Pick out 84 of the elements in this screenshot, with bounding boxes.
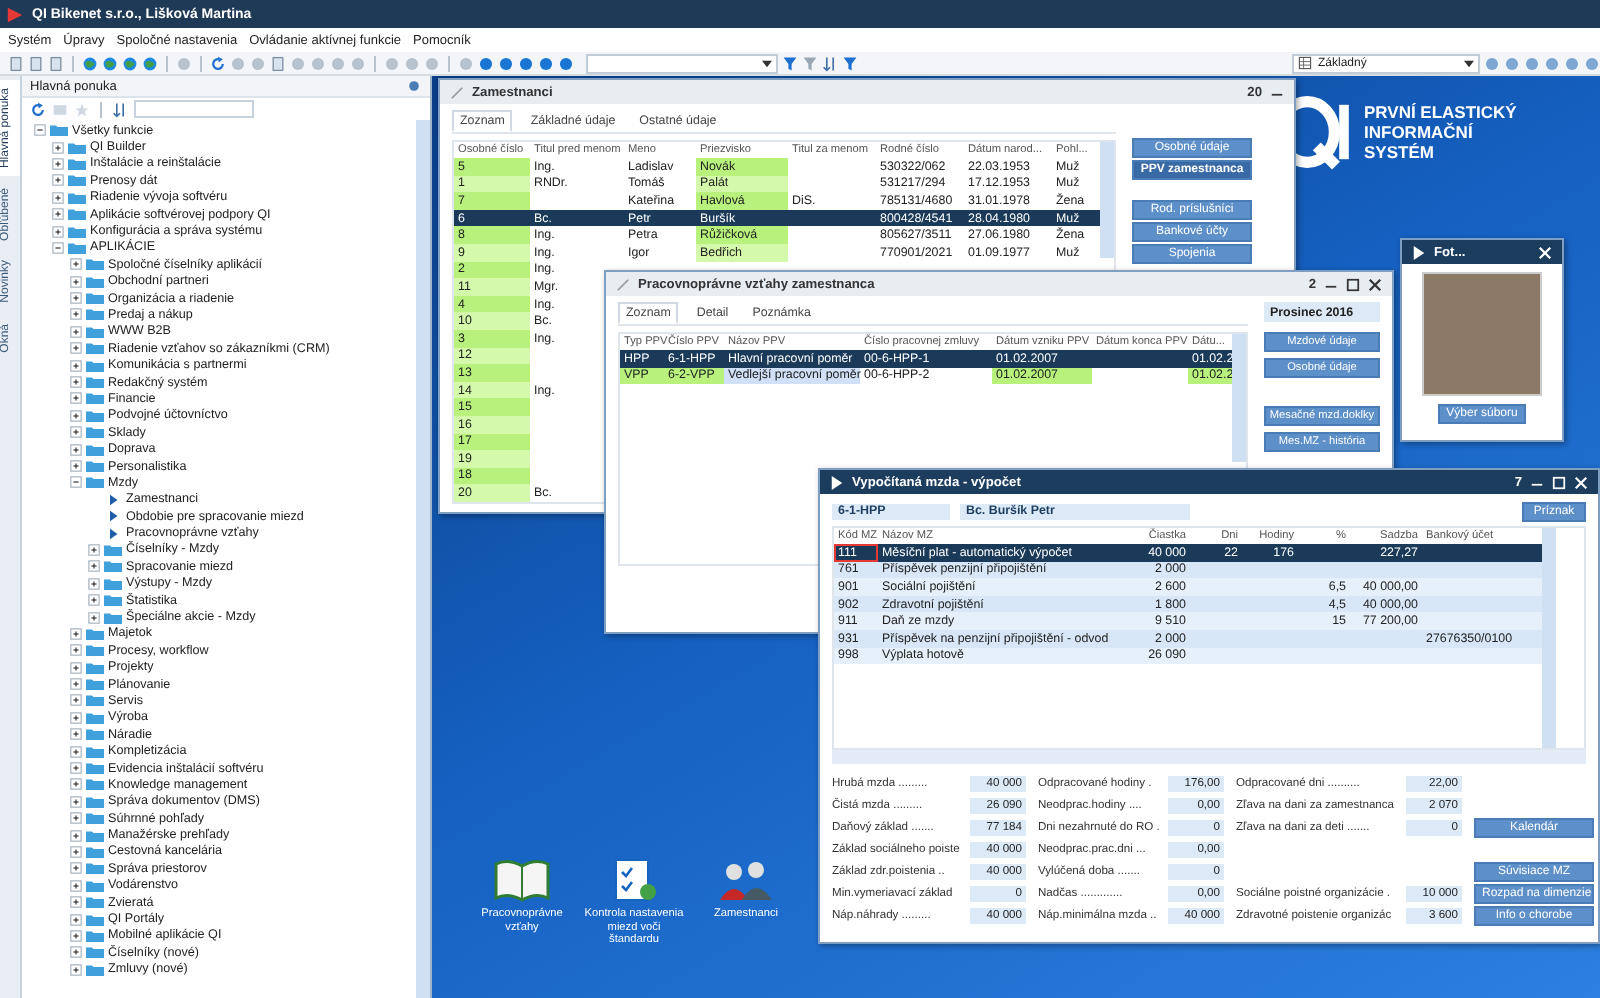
expander-icon[interactable] xyxy=(70,409,82,422)
expander-icon[interactable] xyxy=(52,225,64,238)
app-logo-icon xyxy=(6,5,24,23)
scrollbar[interactable] xyxy=(1232,334,1246,462)
expander-icon[interactable] xyxy=(70,258,82,271)
expander-icon[interactable] xyxy=(52,208,64,221)
expander-icon[interactable] xyxy=(52,241,64,254)
refresh-icon[interactable] xyxy=(30,101,46,117)
expander-icon[interactable] xyxy=(34,124,46,137)
circle-icon[interactable] xyxy=(478,55,494,71)
filter-icon[interactable] xyxy=(842,55,858,71)
scrollbar[interactable] xyxy=(1100,142,1114,258)
sort-icon[interactable] xyxy=(112,101,128,117)
expander-icon[interactable] xyxy=(70,376,82,389)
expander-icon[interactable] xyxy=(70,443,82,456)
globe-icon[interactable] xyxy=(82,55,98,71)
circle-icon[interactable] xyxy=(558,55,574,71)
globe-icon[interactable] xyxy=(102,55,118,71)
play-icon xyxy=(1412,245,1426,259)
expander-icon[interactable] xyxy=(70,460,82,472)
expander-icon[interactable] xyxy=(70,896,82,909)
expander-icon[interactable] xyxy=(70,426,82,439)
logo-text: SYSTÉM xyxy=(1364,142,1436,162)
expander-icon[interactable] xyxy=(52,191,64,204)
play-icon xyxy=(830,475,844,489)
horizontal-scrollbar[interactable] xyxy=(832,750,1586,764)
star-icon[interactable] xyxy=(74,101,90,117)
expander-icon[interactable] xyxy=(70,778,82,791)
expander-icon[interactable] xyxy=(70,829,82,842)
refresh-icon[interactable] xyxy=(210,55,226,71)
caret-icon xyxy=(1464,59,1474,67)
expander-icon[interactable] xyxy=(70,963,82,976)
caret-icon xyxy=(762,59,772,67)
expander-icon[interactable] xyxy=(52,174,64,187)
expander-icon[interactable] xyxy=(88,594,100,607)
globe-icon[interactable] xyxy=(122,55,138,71)
expander-icon[interactable] xyxy=(70,711,82,724)
circle-icon[interactable] xyxy=(538,55,554,71)
book-icon[interactable] xyxy=(492,856,552,904)
expander-icon[interactable] xyxy=(70,644,82,657)
expander-icon[interactable] xyxy=(70,308,82,321)
expander-icon[interactable] xyxy=(70,929,82,942)
expander-icon[interactable] xyxy=(70,845,82,858)
expander-icon[interactable] xyxy=(70,661,82,674)
expander-icon[interactable] xyxy=(70,862,82,875)
maximize-icon[interactable] xyxy=(1346,277,1360,291)
people-icon[interactable] xyxy=(716,856,776,904)
expander-icon[interactable] xyxy=(70,627,82,640)
globe-icon[interactable] xyxy=(142,55,158,71)
expander-icon[interactable] xyxy=(70,678,82,691)
logo-text: PRVNÍ ELASTICKÝ xyxy=(1364,102,1517,122)
expander-icon[interactable] xyxy=(70,812,82,825)
expander-icon[interactable] xyxy=(88,577,100,590)
expander-icon[interactable] xyxy=(70,342,82,355)
expander-icon[interactable] xyxy=(70,292,82,305)
expander-icon[interactable] xyxy=(52,157,64,170)
expander-icon[interactable] xyxy=(70,694,82,707)
scrollbar[interactable] xyxy=(416,120,430,998)
expander-icon[interactable] xyxy=(70,946,82,959)
expander-icon[interactable] xyxy=(70,879,82,892)
expander-icon[interactable] xyxy=(70,745,82,758)
expander-icon[interactable] xyxy=(70,275,82,288)
circle-icon[interactable] xyxy=(498,55,514,71)
expander-icon[interactable] xyxy=(88,543,100,556)
logo-text: INFORMAČNÍ xyxy=(1364,122,1475,142)
expander-icon[interactable] xyxy=(52,141,64,154)
photo-placeholder xyxy=(1422,272,1542,396)
pin-icon[interactable] xyxy=(406,78,422,94)
close-icon[interactable] xyxy=(1368,277,1382,291)
scrollbar[interactable] xyxy=(1542,528,1556,748)
expander-icon[interactable] xyxy=(70,476,82,489)
expander-icon[interactable] xyxy=(88,560,100,573)
expander-icon[interactable] xyxy=(70,795,82,808)
expander-icon[interactable] xyxy=(70,762,82,775)
expander-icon[interactable] xyxy=(70,359,82,372)
circle-icon[interactable] xyxy=(518,55,534,71)
search-field[interactable] xyxy=(134,100,254,118)
document-icon[interactable] xyxy=(270,55,286,71)
expander-icon[interactable] xyxy=(70,325,82,338)
sort-icon[interactable] xyxy=(822,55,838,71)
expander-icon[interactable] xyxy=(88,611,100,624)
expander-icon[interactable] xyxy=(70,728,82,741)
expander-icon[interactable] xyxy=(70,913,82,926)
expander-icon[interactable] xyxy=(70,392,82,405)
